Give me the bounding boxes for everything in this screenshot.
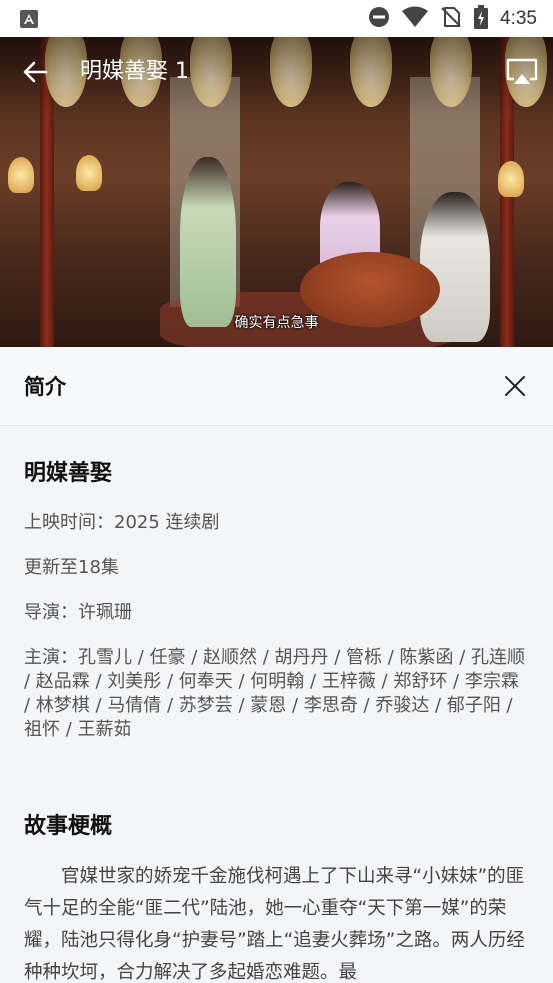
video-subtitle: 确实有点急事 [234, 315, 319, 331]
intro-header: 简介 [0, 347, 553, 426]
intro-content[interactable]: 明媒善娶 上映时间：2025 连续剧 更新至18集 导演：许珮珊 主演：孔雪儿 … [0, 427, 553, 983]
back-arrow-icon [23, 61, 48, 83]
status-right: 4:35 [368, 4, 537, 33]
battery-charging-icon [474, 4, 489, 33]
scene-lamp [498, 161, 524, 197]
cast-screen-icon [506, 58, 538, 84]
cast-list: 主演：孔雪儿 / 任豪 / 赵顺然 / 胡丹丹 / 管栎 / 陈紫函 / 孔连顺… [24, 647, 526, 740]
status-bar: 4:35 [0, 0, 553, 37]
status-left [20, 9, 368, 28]
intro-title: 简介 [24, 375, 66, 399]
synopsis-title: 故事梗概 [24, 814, 113, 839]
scene-figure [180, 157, 236, 327]
episode-update: 更新至18集 [24, 557, 119, 578]
video-player[interactable]: 明媒善娶 1 确实有点急事 [0, 37, 553, 347]
close-icon [505, 376, 525, 396]
director-info: 导演：许珮珊 [24, 602, 132, 623]
video-title: 明媒善娶 1 [80, 59, 189, 84]
scene-lamp [8, 157, 34, 193]
cast-button[interactable] [503, 55, 541, 89]
scene-lamp [76, 155, 102, 191]
synopsis-text: 官媒世家的娇宠千金施伐柯遇上了下山来寻“小妹妹”的匪气十足的全能“匪二代”陆池，… [24, 866, 525, 983]
app-notification-icon [20, 9, 38, 28]
no-sim-icon [440, 6, 462, 32]
do-not-disturb-icon [368, 6, 390, 32]
back-button[interactable] [18, 57, 52, 87]
status-time: 4:35 [500, 7, 537, 29]
drama-title: 明媒善娶 [24, 461, 113, 486]
close-button[interactable] [499, 370, 531, 402]
release-info: 上映时间：2025 连续剧 [24, 512, 220, 533]
wifi-icon [402, 6, 429, 32]
